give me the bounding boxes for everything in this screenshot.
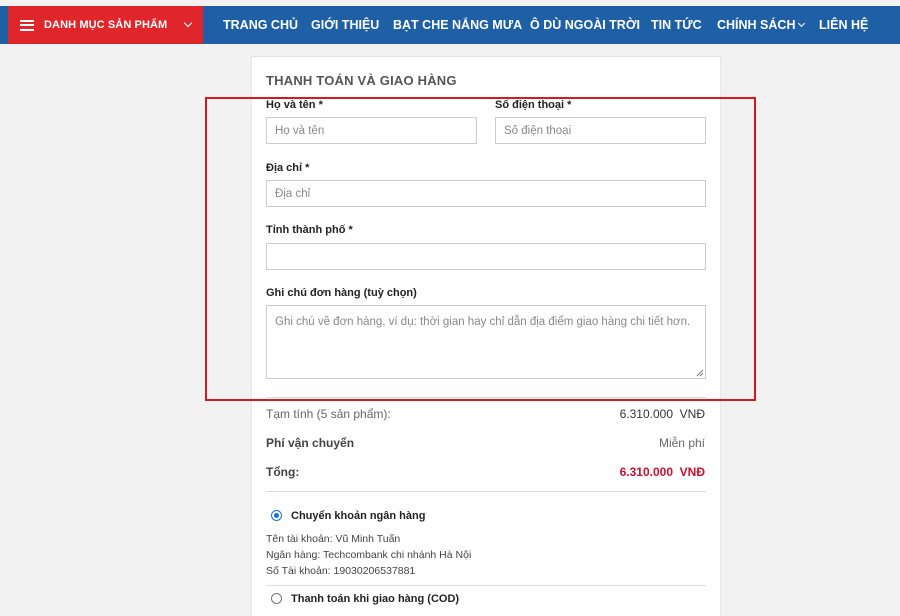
nav-item-policy-label: CHÍNH SÁCH [717,18,796,32]
name-input[interactable] [266,117,477,144]
nav-item-contact[interactable]: LIÊN HỆ [819,6,868,44]
note-textarea[interactable] [266,305,706,379]
bank-transfer-radio[interactable] [271,510,282,521]
cod-label[interactable]: Thanh toán khi giao hàng (COD) [291,593,459,605]
city-input[interactable] [266,243,706,270]
phone-input[interactable] [495,117,706,144]
category-menu-label: DANH MỤC SẢN PHẨM [44,19,168,31]
checkout-card: THANH TOÁN VÀ GIAO HÀNG Họ và tên * Số đ… [251,56,721,616]
phone-label: Số điện thoại * [495,99,572,111]
note-label: Ghi chú đơn hàng (tuỳ chọn) [266,287,417,299]
shipping-label: Phí vận chuyển [266,436,355,450]
nav-item-umbrellas[interactable]: Ô DÙ NGOÀI TRỜI [530,6,640,44]
nav-item-about[interactable]: GIỚI THIỆU [311,6,379,44]
subtotal-label: Tạm tính (5 sản phẩm): [266,407,391,421]
hamburger-icon [20,19,34,31]
resize-grip-icon[interactable] [696,369,704,377]
shipping-value: Miễn phí [658,436,705,450]
bank-name: Ngân hàng: Techcombank chi nhánh Hà Nội [266,549,472,561]
checkout-title: THANH TOÁN VÀ GIAO HÀNG [266,73,457,88]
nav-item-policy[interactable]: CHÍNH SÁCH [717,6,806,44]
address-label: Địa chỉ * [266,162,310,174]
nav-item-home[interactable]: TRANG CHỦ [223,6,298,44]
chevron-down-icon [798,19,806,28]
main-nav: DANH MỤC SẢN PHẨM TRANG CHỦ GIỚI THIỆU B… [0,6,900,44]
chevron-down-icon [183,18,193,28]
divider [266,397,706,398]
category-menu-button[interactable]: DANH MỤC SẢN PHẨM [8,6,203,44]
bank-transfer-label[interactable]: Chuyển khoản ngân hàng [291,510,425,522]
address-input[interactable] [266,180,706,207]
nav-item-awnings[interactable]: BẠT CHE NẮNG MƯA [393,6,522,44]
bank-account-number: Số Tài khoản: 19030206537881 [266,565,416,577]
nav-item-news[interactable]: TIN TỨC [651,6,702,44]
bank-account-name: Tên tài khoản: Vũ Minh Tuấn [266,533,401,545]
divider [266,585,706,586]
total-value: 6.310.000 VNĐ [619,465,705,479]
subtotal-value: 6.310.000 VNĐ [619,407,705,421]
cod-radio[interactable] [271,593,282,604]
city-label: Tỉnh thành phố * [266,224,353,236]
divider [266,491,706,492]
total-label: Tổng: [266,465,300,479]
name-label: Họ và tên * [266,99,323,111]
